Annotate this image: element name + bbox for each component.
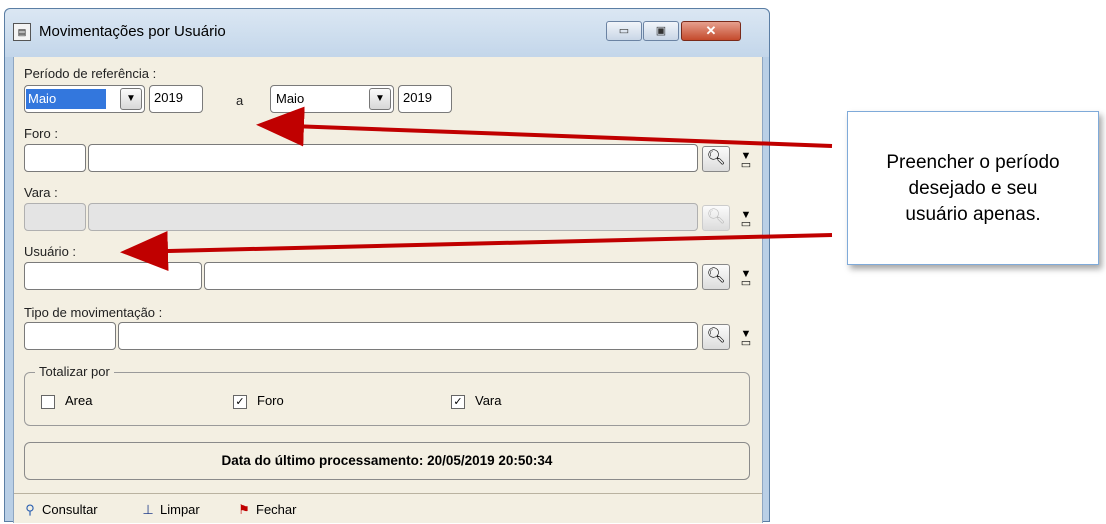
callout-line-1: Preencher o período <box>886 152 1060 173</box>
arrow-to-periodo <box>256 106 833 148</box>
callout-line-2: desejado e seu <box>908 178 1038 199</box>
instruction-callout: Preencher o período desejado e seu usuár… <box>847 111 1099 265</box>
arrow-to-usuario <box>120 231 833 272</box>
callout-line-3: usuário apenas. <box>905 204 1041 225</box>
